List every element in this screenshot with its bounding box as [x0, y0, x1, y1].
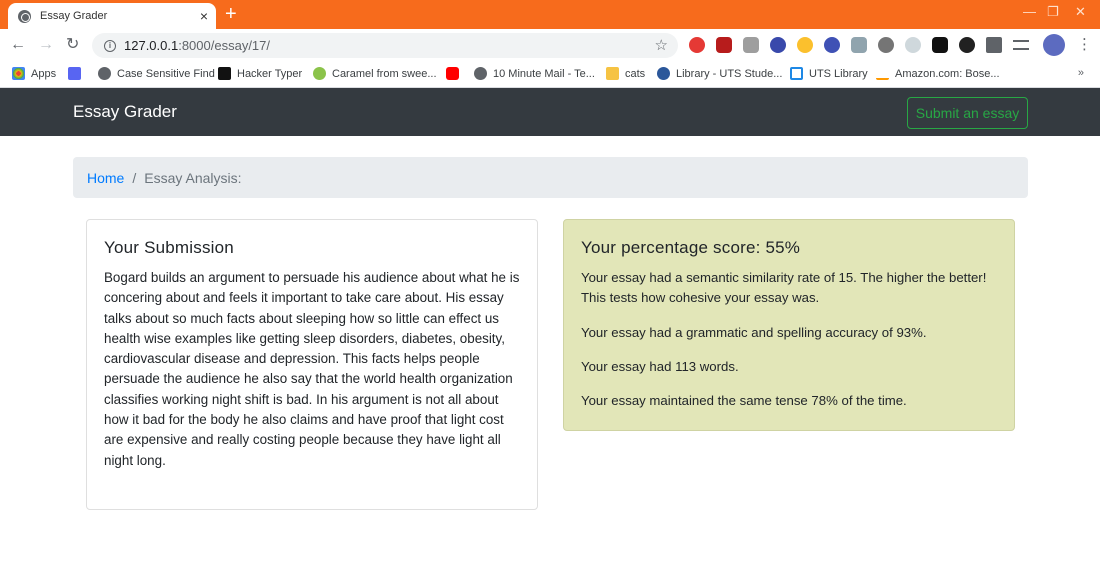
globe-icon — [474, 67, 487, 80]
bookmark-10-minute-mail[interactable]: 10 Minute Mail - Te... — [474, 67, 595, 80]
library-icon — [657, 67, 670, 80]
browser-toolbar: ← → ↻ i 127.0.0.1:8000/essay/17/ ☆ ⋮ — [0, 29, 1100, 62]
submit-essay-button[interactable]: Submit an essay — [907, 97, 1028, 129]
submission-card: Your Submission Bogard builds an argumen… — [86, 219, 538, 510]
reading-list-icon[interactable] — [1013, 40, 1029, 50]
bookmark-label: cats — [625, 67, 646, 80]
address-bar[interactable]: i 127.0.0.1:8000/essay/17/ ☆ — [92, 33, 678, 58]
puzzle-extensions-icon[interactable] — [986, 37, 1002, 53]
breadcrumb: Home / Essay Analysis: — [73, 157, 1028, 198]
discord-icon — [68, 67, 81, 80]
key-extension-icon[interactable] — [770, 37, 786, 53]
breadcrumb-current: Essay Analysis: — [144, 169, 242, 186]
more-bookmarks-icon[interactable]: » — [1078, 67, 1084, 79]
score-title: Your percentage score: 55% — [581, 238, 801, 257]
url-path: :8000/essay/17/ — [178, 38, 271, 53]
bookmark-apps[interactable]: Apps — [12, 67, 56, 80]
c-extension-icon[interactable] — [932, 37, 948, 53]
bookmarks-bar: Apps Case Sensitive Find Hacker Typer Ca… — [0, 62, 1100, 88]
brand-link[interactable]: Essay Grader — [73, 102, 177, 122]
globe-icon — [98, 67, 111, 80]
k-extension-icon[interactable] — [824, 37, 840, 53]
submission-title: Your Submission — [104, 238, 234, 257]
url-host: 127.0.0.1 — [124, 38, 179, 53]
d-extension-icon[interactable] — [743, 37, 759, 53]
tab-close-icon[interactable]: × — [200, 9, 208, 23]
owl-extension-icon[interactable] — [905, 37, 921, 53]
tab-strip: Essay Grader × + — ❐ ✕ — [0, 0, 1100, 29]
breadcrumb-separator: / — [132, 169, 137, 186]
submission-text: Bogard builds an argument to persuade hi… — [104, 270, 520, 468]
word-count-text: Your essay had 113 words. — [581, 358, 739, 374]
restore-icon[interactable]: ❐ — [1047, 4, 1059, 20]
tense-consistency-text: Your essay maintained the same tense 78%… — [581, 393, 907, 409]
back-icon[interactable]: ← — [10, 35, 26, 55]
slash-extension-icon[interactable] — [959, 37, 975, 53]
drive-extension-icon[interactable] — [878, 37, 894, 53]
bookmark-label: Apps — [31, 67, 57, 80]
bookmark-label: Library - UTS Stude... — [676, 67, 783, 80]
terminal-icon — [218, 67, 231, 80]
reload-icon[interactable]: ↻ — [66, 35, 79, 55]
t-icon — [313, 67, 326, 80]
profile-avatar[interactable] — [1043, 34, 1065, 56]
more-menu-icon[interactable]: ⋮ — [1077, 35, 1092, 55]
bookmark-youtube[interactable] — [446, 67, 465, 80]
bookmark-caramel[interactable]: Caramel from swee... — [313, 67, 437, 80]
bookmark-label: Hacker Typer — [237, 67, 303, 80]
ublock-extension-icon[interactable] — [716, 37, 732, 53]
grammar-accuracy-text: Your essay had a grammatic and spelling … — [581, 324, 927, 340]
bookmark-star-icon[interactable]: ☆ — [655, 36, 668, 54]
bookmark-label: UTS Library — [809, 67, 868, 80]
bookmark-amazon[interactable]: Amazon.com: Bose... — [876, 67, 1000, 80]
bookmark-label: 10 Minute Mail - Te... — [493, 67, 595, 80]
tab-title: Essay Grader — [40, 10, 108, 22]
thumbs-up-extension-icon[interactable] — [797, 37, 813, 53]
apps-grid-icon — [12, 67, 25, 80]
semantic-similarity-text: Your essay had a semantic similarity rat… — [581, 270, 987, 306]
youtube-icon — [446, 67, 459, 80]
bookmark-label: Amazon.com: Bose... — [895, 67, 1000, 80]
bookmark-discord[interactable] — [68, 67, 87, 80]
bookmark-uts-library[interactable]: UTS Library — [790, 67, 868, 80]
info-icon[interactable]: i — [104, 39, 116, 52]
bookmark-case-sensitive-find[interactable]: Case Sensitive Find — [98, 67, 215, 80]
bookmark-label: Caramel from swee... — [332, 67, 437, 80]
forward-icon[interactable]: → — [38, 35, 54, 55]
bookmark-library-uts-student[interactable]: Library - UTS Stude... — [657, 67, 782, 80]
bookmark-hacker-typer[interactable]: Hacker Typer — [218, 67, 302, 80]
browser-tab[interactable]: Essay Grader × — [8, 3, 216, 29]
new-tab-button[interactable]: + — [225, 3, 237, 25]
bookmark-label: Case Sensitive Find — [117, 67, 215, 80]
minimize-icon[interactable]: — — [1023, 4, 1036, 19]
opera-extension-icon[interactable] — [689, 37, 705, 53]
window-icon — [790, 67, 803, 80]
bookmark-cats[interactable]: cats — [606, 67, 645, 80]
globe-icon — [18, 9, 31, 23]
window-close-icon[interactable]: ✕ — [1075, 4, 1086, 20]
grid-extension-icon[interactable] — [851, 37, 867, 53]
amazon-icon — [876, 67, 889, 80]
folder-icon — [606, 67, 619, 80]
score-card: Your percentage score: 55% Your essay ha… — [563, 219, 1015, 431]
breadcrumb-home-link[interactable]: Home — [87, 170, 124, 186]
